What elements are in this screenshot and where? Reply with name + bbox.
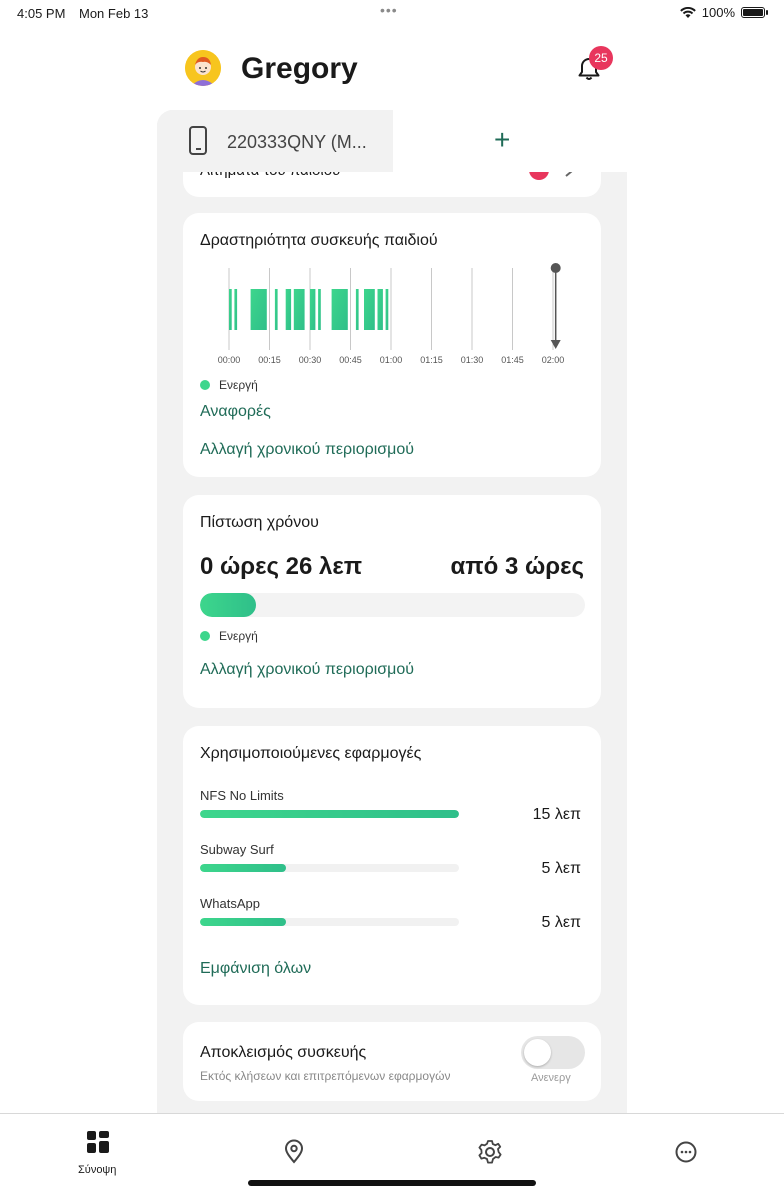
activity-bar [364,289,375,330]
chart-tick-label: 01:30 [461,355,484,365]
chart-tick-label: 00:30 [299,355,322,365]
activity-bar [355,289,359,330]
more-icon[interactable] [672,1138,700,1166]
app-usage-fill [200,810,459,818]
credit-legend-label: Ενεργή [219,629,258,643]
activity-bar [285,289,292,330]
status-date: Mon Feb 13 [79,6,149,21]
time-used: 0 ώρες 26 λεπ [200,553,363,580]
app-time: 5 λεπ [541,914,581,931]
location-pin-icon[interactable] [280,1138,308,1166]
status-right: 100% [679,5,768,20]
legend-active-label: Ενεργή [219,378,258,392]
activity-bar [318,289,321,330]
activity-title: Δραστηριότητα συσκευής παιδιού [200,232,438,249]
app-time: 5 λεπ [541,860,581,877]
activity-bar [229,289,232,330]
activity-legend: Ενεργή [200,378,258,392]
status-bar: 4:05 PM Mon Feb 13 ••• 100% [0,0,784,26]
chart-tick-label: 00:00 [218,355,241,365]
wifi-icon [679,6,696,18]
add-device-plus[interactable]: + [494,126,510,154]
device-lock-subtitle: Εκτός κλήσεων και επιτρεπόμενων εφαρμογώ… [200,1069,451,1083]
avatar-face-icon [185,50,221,86]
app-time: 15 λεπ [532,806,581,823]
credit-legend: Ενεργή [200,629,258,643]
time-total: από 3 ώρες [450,553,584,580]
activity-card: Δραστηριότητα συσκευής παιδιού 00:00 00:1… [183,213,601,477]
apps-title: Χρησιμοποιούμενες εφαρμογές [200,745,422,762]
chart-tick-label: 01:45 [501,355,524,365]
smartphone-icon [189,126,207,155]
tab-overview-label[interactable]: Σύνοψη [78,1164,116,1176]
battery-tip [766,10,768,15]
current-time-arrow [550,340,561,349]
chart-tick-label: 02:00 [542,355,565,365]
notification-badge: 25 [589,46,613,70]
time-credit-progress [200,593,585,617]
change-time-limit-link-2[interactable]: Αλλαγή χρονικού περιορισμού [200,661,414,679]
gear-icon[interactable] [476,1138,504,1166]
time-credit-card: Πίστωση χρόνου 0 ώρες 26 λεπ από 3 ώρες … [183,495,601,708]
time-credit-progress-fill [200,593,256,617]
multitasking-dots[interactable]: ••• [380,2,398,18]
active-dot [200,380,210,390]
battery-icon [741,7,765,18]
change-time-limit-link[interactable]: Αλλαγή χρονικού περιορισμού [200,441,414,459]
activity-bar [274,289,278,330]
app-name: NFS No Limits [200,788,284,803]
grid-icon[interactable] [84,1128,112,1156]
activity-bar [250,289,267,330]
active-dot [200,631,210,641]
activity-bar [331,289,348,330]
app-usage-bar [200,918,459,926]
chart-tick-label: 01:00 [380,355,403,365]
home-indicator[interactable] [248,1180,536,1186]
apps-card: Χρησιμοποιούμενες εφαρμογές NFS No Limit… [183,726,601,1005]
device-lock-title: Αποκλεισμός συσκευής [200,1044,367,1061]
current-time-handle [550,263,561,273]
device-name-label[interactable]: 220333QNY (M... [227,132,367,153]
app-usage-bar [200,864,459,872]
activity-bar [310,289,316,330]
app-usage-fill [200,864,287,872]
app-usage-bar [200,810,459,818]
chart-tick-label: 00:45 [339,355,362,365]
app-usage-fill [200,918,287,926]
activity-bar [293,289,305,330]
app-name: WhatsApp [200,896,260,911]
device-lock-card: Αποκλεισμός συσκευής Εκτός κλήσεων και ε… [183,1022,601,1101]
activity-bar [234,289,238,330]
device-lock-toggle[interactable] [521,1036,585,1069]
time-credit-title: Πίστωση χρόνου [200,514,319,531]
toggle-knob [524,1039,551,1066]
avatar[interactable] [185,50,221,86]
activity-bar [385,289,389,330]
chart-tick-label: 01:15 [420,355,443,365]
show-all-apps-link[interactable]: Εμφάνιση όλων [200,960,311,978]
page-title-username: Gregory [241,52,358,85]
battery-percent: 100% [701,5,735,20]
reports-link[interactable]: Αναφορές [200,403,271,421]
app-name: Subway Surf [200,842,274,857]
activity-bar [377,289,383,330]
status-time: 4:05 PM [17,6,66,21]
device-lock-toggle-label: Ανενεργ [531,1072,571,1084]
chart-tick-label: 00:15 [258,355,281,365]
